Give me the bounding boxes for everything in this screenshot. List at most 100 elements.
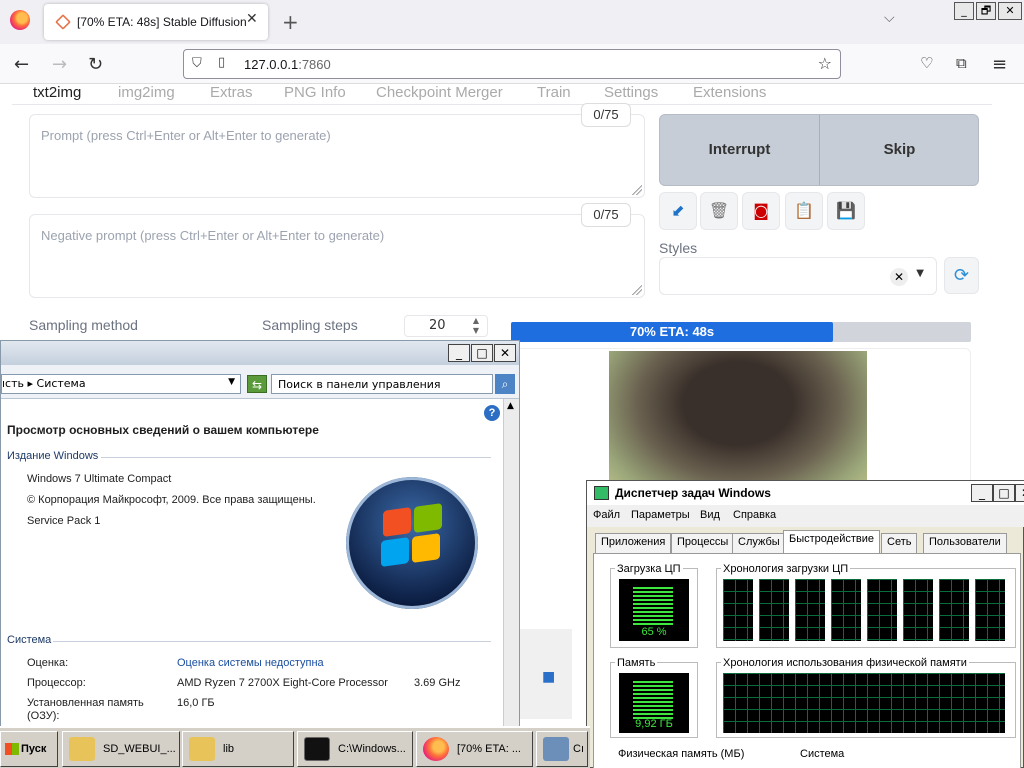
- tab-users[interactable]: Пользователи: [923, 533, 1007, 553]
- taskbar-item-firefox[interactable]: [70% ETA: ...: [416, 731, 533, 767]
- back-arrow-icon[interactable]: ←: [14, 54, 29, 75]
- tab-performance[interactable]: Быстродействие: [783, 530, 880, 554]
- minimize-button[interactable]: _: [971, 484, 993, 502]
- menu-hamburger-icon[interactable]: ≡: [992, 54, 1007, 75]
- tab-checkpoint-merger[interactable]: Checkpoint Merger: [376, 84, 503, 101]
- menu-help[interactable]: Справка: [733, 509, 776, 521]
- minimize-button[interactable]: _: [954, 2, 974, 20]
- ram-label: Установленная память (ОЗУ):: [27, 697, 144, 722]
- spinner-arrows-icon[interactable]: ▲ ▼: [473, 316, 479, 336]
- new-tab-button[interactable]: +: [282, 10, 299, 34]
- clipboard-icon[interactable]: 📋: [785, 192, 823, 230]
- refresh-arrows-icon[interactable]: ⇆: [247, 375, 267, 393]
- physical-memory-label: Физическая память (МБ): [618, 748, 745, 760]
- trash-icon[interactable]: 🗑: [700, 192, 738, 230]
- rating-label: Оценка:: [27, 657, 69, 669]
- resize-grip-icon[interactable]: [632, 185, 642, 195]
- maximize-button[interactable]: 🗗: [976, 2, 996, 20]
- negative-prompt-textarea[interactable]: Negative prompt (press Ctrl+Enter or Alt…: [29, 214, 645, 298]
- taskbar-item-label: SD_WEBUI_...: [103, 743, 176, 755]
- tab-settings[interactable]: Settings: [604, 84, 658, 101]
- folder-icon: [69, 737, 95, 762]
- read-params-arrow-icon[interactable]: ⬋: [659, 192, 697, 230]
- close-window-button[interactable]: ✕: [998, 2, 1022, 20]
- menu-options[interactable]: Параметры: [631, 509, 690, 521]
- window-titlebar[interactable]: _ □ ✕: [1, 341, 519, 365]
- flag-green: [414, 503, 442, 533]
- url-bar[interactable]: ⛉ ▯ 127.0.0.1:7860 ☆: [183, 49, 841, 79]
- extra-networks-icon[interactable]: ◙: [742, 192, 780, 230]
- tab-train[interactable]: Train: [537, 84, 571, 101]
- task-manager-window: Диспетчер задач Windows _ □ ✕ Файл Парам…: [586, 480, 1024, 768]
- extensions-puzzle-icon[interactable]: ⧉: [956, 54, 967, 72]
- minimize-button[interactable]: _: [448, 344, 470, 362]
- maximize-button[interactable]: □: [993, 484, 1015, 502]
- close-button[interactable]: ✕: [1015, 484, 1024, 502]
- negative-prompt-token-counter: 0/75: [581, 203, 631, 227]
- task-manager-icon: [594, 486, 609, 500]
- flag-red: [383, 507, 411, 537]
- tab-extras[interactable]: Extras: [210, 84, 253, 101]
- close-button[interactable]: ✕: [494, 344, 516, 362]
- browser-tab-active[interactable]: [70% ETA: 48s] Stable Diffusion ✕: [44, 4, 268, 40]
- live-preview-image[interactable]: [609, 351, 867, 501]
- tab-png-info[interactable]: PNG Info: [284, 84, 346, 101]
- prompt-textarea[interactable]: Prompt (press Ctrl+Enter or Alt+Enter to…: [29, 114, 645, 198]
- search-icon[interactable]: ⌕: [495, 374, 515, 394]
- memory-usage-value: 9,92 ГБ: [635, 718, 673, 730]
- taskbar-item-folder[interactable]: lib: [182, 731, 294, 767]
- flag-blue: [381, 537, 409, 567]
- taskbar-item-cmd[interactable]: C:\Windows...: [297, 731, 413, 767]
- breadcrumb[interactable]: ıсть ▸ Система ▼: [1, 374, 241, 394]
- sampling-steps-value[interactable]: 20: [429, 318, 446, 333]
- start-button[interactable]: Пуск: [0, 731, 58, 767]
- taskbar-item-folder[interactable]: SD_WEBUI_...: [62, 731, 180, 767]
- tab-close-button[interactable]: ✕: [246, 11, 258, 27]
- list-tabs-chevron-icon[interactable]: ⌵: [884, 10, 895, 26]
- url-text[interactable]: 127.0.0.1:7860: [244, 57, 331, 72]
- clear-x-icon[interactable]: ✕: [890, 268, 908, 286]
- prompt-token-counter: 0/75: [581, 103, 631, 127]
- search-input[interactable]: Поиск в панели управления: [271, 374, 493, 394]
- menu-file[interactable]: Файл: [593, 509, 620, 521]
- cpu-core-graph: [939, 579, 969, 641]
- forward-arrow-icon[interactable]: →: [52, 54, 67, 75]
- explorer-address-bar: ıсть ▸ Система ▼ ⇆ Поиск в панели управл…: [1, 365, 519, 399]
- tab-img2img[interactable]: img2img: [118, 84, 175, 101]
- open-folder-icon[interactable]: ■: [542, 669, 555, 685]
- cpu-core-graph: [759, 579, 789, 641]
- pocket-icon[interactable]: ♡: [920, 54, 933, 72]
- cpu-core-graph: [903, 579, 933, 641]
- scroll-up-icon[interactable]: ▲: [507, 401, 514, 411]
- reload-icon[interactable]: ↻: [88, 54, 103, 75]
- cpu-frequency: 3.69 GHz: [414, 677, 461, 689]
- save-style-floppy-icon[interactable]: 💾: [827, 192, 865, 230]
- dropdown-arrow-icon[interactable]: ▼: [916, 268, 924, 279]
- help-icon[interactable]: ?: [484, 405, 500, 421]
- page-info-icon[interactable]: ▯: [218, 55, 225, 70]
- cpu-label: Процессор:: [27, 677, 86, 689]
- window-titlebar[interactable]: Диспетчер задач Windows _ □ ✕: [587, 481, 1024, 505]
- bookmark-star-icon[interactable]: ☆: [818, 54, 832, 73]
- sampling-steps-input[interactable]: 20 ▲ ▼: [404, 315, 488, 337]
- tab-applications[interactable]: Приложения: [595, 533, 672, 553]
- edition-section-title: Издание Windows: [7, 450, 99, 462]
- maximize-button[interactable]: □: [471, 344, 493, 362]
- tab-processes[interactable]: Процессы: [671, 533, 735, 553]
- tab-network[interactable]: Сеть: [881, 533, 918, 553]
- tab-extensions[interactable]: Extensions: [693, 84, 766, 101]
- tracking-shield-icon[interactable]: ⛉: [192, 56, 202, 71]
- menu-view[interactable]: Вид: [700, 509, 720, 521]
- skip-button[interactable]: Skip: [820, 115, 979, 185]
- tab-services[interactable]: Службы: [732, 533, 786, 553]
- styles-dropdown[interactable]: ✕ ▼: [659, 257, 937, 295]
- refresh-styles-icon[interactable]: ⟳: [944, 257, 979, 294]
- tab-txt2img[interactable]: txt2img: [33, 84, 81, 101]
- breadcrumb-dropdown-icon[interactable]: ▼: [228, 377, 235, 387]
- firefox-logo-icon[interactable]: [10, 10, 30, 30]
- rating-link[interactable]: Оценка системы недоступна: [177, 657, 324, 669]
- vertical-scrollbar[interactable]: ▲: [503, 399, 519, 729]
- interrupt-button[interactable]: Interrupt: [660, 115, 819, 185]
- taskbar-item-system[interactable]: Сı: [536, 731, 588, 767]
- resize-grip-icon[interactable]: [632, 285, 642, 295]
